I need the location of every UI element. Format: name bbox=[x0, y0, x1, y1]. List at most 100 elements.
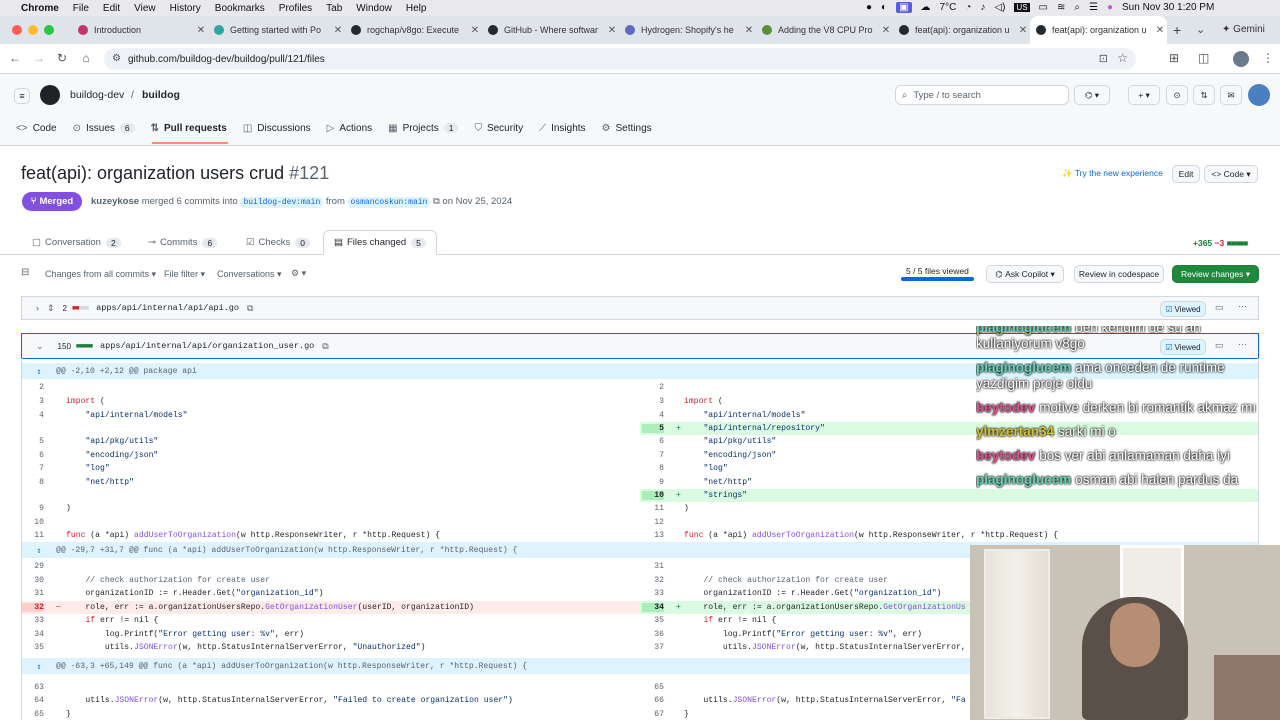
close-tab-icon[interactable]: ✕ bbox=[468, 25, 482, 36]
line-number[interactable]: 66 bbox=[642, 696, 664, 705]
line-number[interactable]: 8 bbox=[22, 478, 44, 487]
tab-files-changed[interactable]: ▤ Files changed 5 bbox=[323, 230, 437, 255]
expand-hunk-icon[interactable]: ⇕ bbox=[22, 661, 56, 672]
status-icon[interactable]: ♪ bbox=[980, 2, 985, 13]
close-tab-icon[interactable]: ✕ bbox=[879, 25, 893, 36]
repo-nav-settings[interactable]: ⚙ Settings bbox=[594, 123, 660, 134]
line-number[interactable]: 2 bbox=[642, 383, 664, 392]
line-number[interactable]: 3 bbox=[642, 397, 664, 406]
line-number[interactable]: 63 bbox=[22, 683, 44, 692]
app-menu[interactable]: Chrome bbox=[14, 3, 66, 14]
line-number[interactable]: 34 bbox=[22, 630, 44, 639]
line-number[interactable]: 12 bbox=[642, 518, 664, 527]
minimize-window-icon[interactable] bbox=[28, 25, 38, 35]
browser-tab[interactable]: Getting started with Po ✕ bbox=[208, 16, 345, 44]
repo-nav-discussions[interactable]: ◫ Discussions bbox=[235, 123, 319, 134]
line-number[interactable]: 4 bbox=[642, 411, 664, 420]
forward-icon[interactable]: → bbox=[32, 51, 46, 65]
line-number[interactable]: 35 bbox=[22, 643, 44, 652]
volume-icon[interactable]: ◁) bbox=[994, 2, 1005, 13]
expand-all-icon[interactable]: ⇕ bbox=[47, 303, 55, 314]
new-tab-icon[interactable]: + bbox=[1173, 22, 1181, 38]
expand-hunk-icon[interactable]: ⇕ bbox=[22, 545, 56, 556]
line-number[interactable]: 10 bbox=[642, 491, 664, 501]
repo-nav-security[interactable]: ⛉ Security bbox=[466, 123, 531, 134]
menu-window[interactable]: Window bbox=[349, 3, 399, 14]
home-icon[interactable]: ⌂ bbox=[79, 51, 93, 65]
close-window-icon[interactable] bbox=[12, 25, 22, 35]
line-number[interactable]: 13 bbox=[642, 531, 664, 540]
clock[interactable]: Sun Nov 30 1:20 PM bbox=[1122, 2, 1214, 13]
line-number[interactable]: 37 bbox=[642, 643, 664, 652]
line-number[interactable]: 30 bbox=[22, 576, 44, 585]
line-number[interactable]: 8 bbox=[642, 464, 664, 473]
ask-copilot-button[interactable]: ⌬ Ask Copilot ▾ bbox=[986, 265, 1064, 283]
zoom-window-icon[interactable] bbox=[44, 25, 54, 35]
menu-edit[interactable]: Edit bbox=[96, 3, 127, 14]
close-tab-icon[interactable]: ✕ bbox=[194, 25, 208, 36]
changes-from-dropdown[interactable]: Changes from all commits ▾ bbox=[45, 269, 156, 280]
control-center-icon[interactable]: ☰ bbox=[1089, 2, 1098, 13]
screen-record-icon[interactable]: ▣ bbox=[896, 2, 912, 13]
line-number[interactable]: 7 bbox=[22, 464, 44, 473]
line-number[interactable]: 9 bbox=[642, 478, 664, 487]
line-number[interactable]: 64 bbox=[22, 696, 44, 705]
repo-name-link[interactable]: buildog bbox=[142, 89, 180, 101]
review-in-codespace-button[interactable]: Review in codespace bbox=[1074, 265, 1164, 283]
browser-tab[interactable]: Adding the V8 CPU Pro ✕ bbox=[756, 16, 893, 44]
file-filter-dropdown[interactable]: File filter ▾ bbox=[164, 269, 205, 280]
base-branch[interactable]: buildog-dev:main bbox=[240, 197, 324, 208]
line-number[interactable]: 32 bbox=[642, 576, 664, 585]
repo-owner-link[interactable]: buildog-dev bbox=[70, 89, 124, 101]
copilot-button[interactable]: ⌬ ▾ bbox=[1074, 85, 1110, 105]
pull-requests-icon[interactable]: ⇅ bbox=[1193, 85, 1215, 105]
browser-tab[interactable]: GitHub - Where softwar ✕ bbox=[482, 16, 619, 44]
close-tab-icon[interactable]: ✕ bbox=[1153, 25, 1167, 36]
input-source-icon[interactable]: US bbox=[1014, 3, 1030, 12]
menu-view[interactable]: View bbox=[127, 3, 163, 14]
close-tab-icon[interactable]: ✕ bbox=[331, 25, 345, 36]
tab-search-icon[interactable]: ⌄ bbox=[1196, 23, 1205, 36]
close-tab-icon[interactable]: ✕ bbox=[1016, 25, 1030, 36]
siri-icon[interactable]: ● bbox=[1107, 2, 1113, 13]
profile-avatar[interactable] bbox=[1233, 51, 1249, 67]
menu-bookmarks[interactable]: Bookmarks bbox=[208, 3, 272, 14]
pr-author-link[interactable]: kuzeykose bbox=[91, 196, 139, 207]
line-number[interactable]: 7 bbox=[642, 451, 664, 460]
cloud-icon[interactable]: ☁ bbox=[921, 2, 931, 13]
browser-tab[interactable]: feat(api): organization u ✕ bbox=[893, 16, 1030, 44]
create-new-button[interactable]: + ▾ bbox=[1128, 85, 1160, 105]
reload-icon[interactable]: ↻ bbox=[55, 51, 69, 65]
user-avatar[interactable] bbox=[1248, 84, 1270, 106]
hamburger-icon[interactable]: ≡ bbox=[14, 88, 30, 104]
repo-nav-issues[interactable]: ⊙ Issues 6 bbox=[65, 123, 143, 134]
menu-file[interactable]: File bbox=[66, 3, 96, 14]
line-number[interactable]: 11 bbox=[642, 504, 664, 513]
viewed-checkbox[interactable]: ☑ Viewed bbox=[1160, 301, 1206, 317]
repo-nav-insights[interactable]: ⟋ Insights bbox=[531, 123, 593, 134]
line-number[interactable]: 5 bbox=[642, 424, 664, 434]
expand-icon[interactable]: › bbox=[36, 303, 39, 313]
line-number[interactable]: 9 bbox=[22, 504, 44, 513]
expand-hunk-icon[interactable]: ⇕ bbox=[22, 366, 56, 377]
github-search[interactable]: ⌕ Type / to search bbox=[895, 85, 1069, 105]
browser-tab[interactable]: Hydrogen: Shopify's he ✕ bbox=[619, 16, 756, 44]
line-number[interactable]: 2 bbox=[22, 383, 44, 392]
chrome-menu-icon[interactable]: ⋮ bbox=[1262, 51, 1274, 65]
file-tree-toggle-icon[interactable]: ⊟ bbox=[21, 267, 29, 278]
copy-path-icon[interactable]: ⧉ bbox=[247, 303, 253, 314]
head-branch[interactable]: osmancoskun:main bbox=[347, 197, 431, 208]
line-number[interactable]: 4 bbox=[22, 411, 44, 420]
line-number[interactable]: 36 bbox=[642, 630, 664, 639]
line-number[interactable]: 29 bbox=[22, 562, 44, 571]
line-number[interactable]: 33 bbox=[642, 589, 664, 598]
collapse-icon[interactable]: ⌄ bbox=[36, 341, 44, 352]
menu-help[interactable]: Help bbox=[399, 3, 434, 14]
close-tab-icon[interactable]: ✕ bbox=[605, 25, 619, 36]
line-number[interactable]: 3 bbox=[22, 397, 44, 406]
wifi-icon[interactable]: ≋ bbox=[1057, 2, 1065, 13]
line-number[interactable]: 6 bbox=[22, 451, 44, 460]
code-button[interactable]: <> Code ▾ bbox=[1204, 165, 1258, 183]
repo-nav-code[interactable]: <> Code bbox=[8, 123, 65, 134]
menu-history[interactable]: History bbox=[163, 3, 208, 14]
